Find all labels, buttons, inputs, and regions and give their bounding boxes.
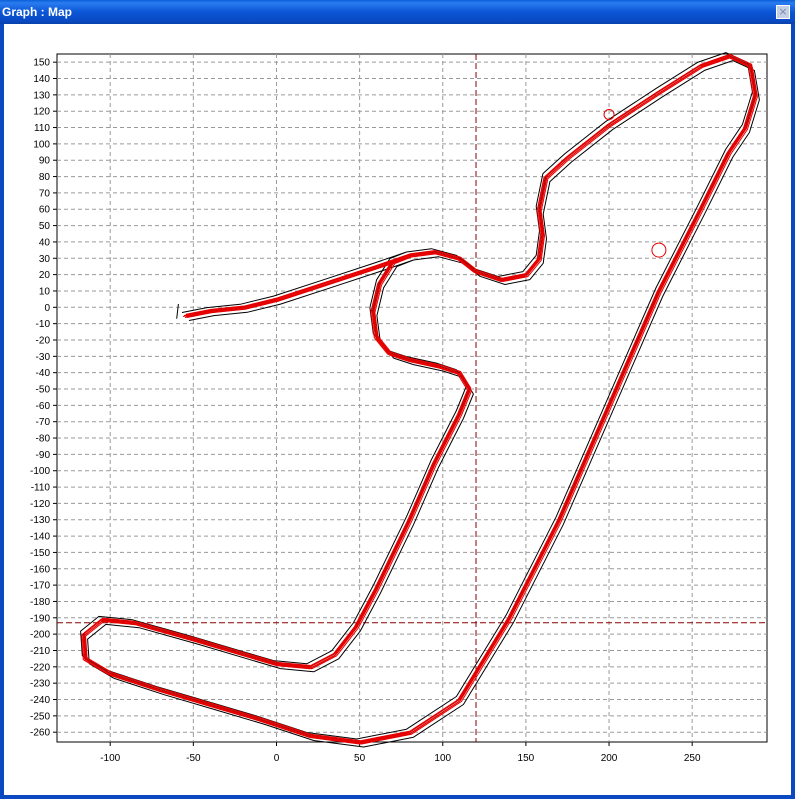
y-tick-label: -200	[30, 630, 50, 641]
y-tick-label: -120	[30, 499, 50, 510]
x-tick-label: 100	[434, 753, 451, 764]
y-tick-label: -40	[36, 368, 51, 379]
y-tick-label: -10	[36, 319, 51, 330]
y-tick-label: 140	[33, 74, 50, 85]
y-tick-label: -180	[30, 597, 50, 608]
x-tick-label: 150	[518, 753, 535, 764]
y-tick-label: -230	[30, 679, 50, 690]
y-tick-label: 90	[39, 156, 51, 167]
y-tick-label: -30	[36, 352, 51, 363]
y-tick-label: -210	[30, 646, 50, 657]
y-tick-label: -100	[30, 466, 50, 477]
y-tick-label: 70	[39, 188, 51, 199]
y-tick-label: 10	[39, 286, 51, 297]
y-tick-label: -260	[30, 728, 50, 739]
y-tick-label: -20	[36, 335, 51, 346]
y-tick-label: 110	[34, 123, 50, 134]
y-tick-label: -190	[30, 613, 50, 624]
y-tick-label: -130	[30, 515, 50, 526]
y-tick-label: 20	[39, 270, 51, 281]
x-tick-label: 50	[354, 753, 366, 764]
y-tick-label: 0	[44, 303, 50, 314]
y-tick-label: -160	[30, 564, 50, 575]
y-tick-label: -220	[30, 662, 50, 673]
y-tick-label: -170	[30, 581, 50, 592]
x-tick-label: 250	[684, 753, 701, 764]
x-tick-label: -50	[186, 753, 201, 764]
y-tick-label: -60	[36, 401, 51, 412]
y-tick-label: 60	[39, 205, 51, 216]
y-tick-label: 100	[33, 139, 50, 150]
y-tick-label: -250	[30, 711, 50, 722]
y-tick-label: 50	[39, 221, 51, 232]
plot-frame	[56, 53, 768, 743]
y-tick-label: -150	[30, 548, 50, 559]
x-tick-label: 0	[274, 753, 280, 764]
y-tick-label: 40	[39, 237, 51, 248]
y-tick-label: -240	[30, 695, 50, 706]
y-tick-label: 120	[33, 107, 50, 118]
graph-window: Graph : Map × -100 -50 0 50 100 150 200 250 150 1…	[0, 0, 795, 799]
y-tick-label: -50	[36, 385, 51, 396]
map-chart[interactable]: -100 -50 0 50 100 150 200 250150140130120110100…	[0, 0, 795, 799]
y-tick-label: -90	[36, 450, 51, 461]
y-tick-label: -80	[36, 434, 51, 445]
y-tick-label: 150	[33, 58, 50, 69]
x-tick-label: 200	[601, 753, 618, 764]
y-tick-label: -110	[31, 483, 51, 494]
y-tick-label: 130	[33, 90, 50, 101]
y-tick-label: 80	[39, 172, 51, 183]
y-tick-label: -70	[36, 417, 51, 428]
x-tick-label: -100	[100, 753, 120, 764]
y-tick-label: -140	[30, 532, 50, 543]
y-tick-label: 30	[39, 254, 51, 265]
